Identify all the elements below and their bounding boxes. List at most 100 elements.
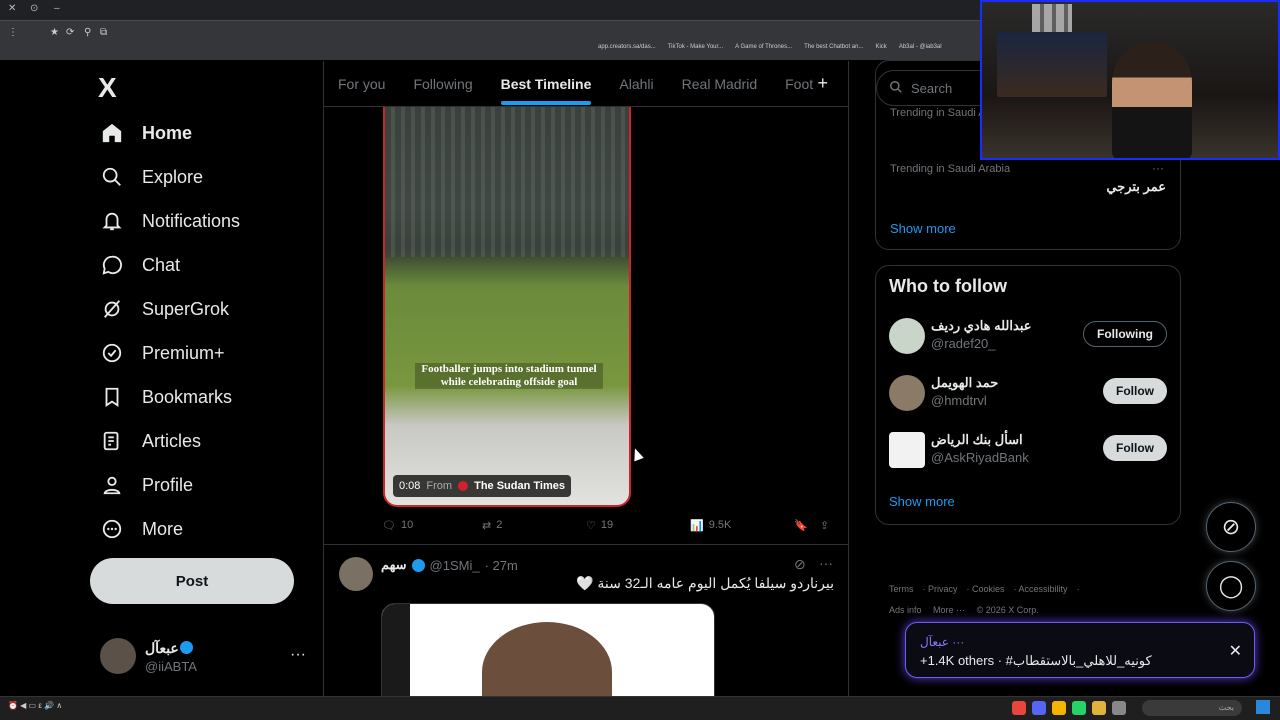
video-meta: 0:08 From The Sudan Times (393, 475, 571, 497)
follow-button[interactable]: Follow (1103, 435, 1167, 461)
tab-foot[interactable]: Foot (785, 76, 813, 92)
copyright: © 2026 X Corp. (976, 605, 1039, 615)
tab-alahli[interactable]: Alahli (619, 76, 653, 92)
follow-suggestion[interactable]: عبدالله هادي رديف @radef20_ Following (889, 316, 1169, 356)
chat-bubble-icon: ◯ (1218, 573, 1244, 598)
discord-icon[interactable] (1032, 701, 1046, 715)
grok-icon[interactable]: ⊘ (794, 556, 806, 573)
sidebar-item-premium[interactable]: Premium+ (100, 331, 225, 375)
suggestion-name: عبدالله هادي رديف (931, 318, 1032, 333)
sidebar-item-more[interactable]: More (100, 507, 183, 551)
post-time[interactable]: · 27m (485, 558, 518, 573)
following-button[interactable]: Following (1083, 321, 1167, 347)
bookmark-button[interactable]: 🔖 (794, 519, 820, 532)
grok-fab[interactable]: ⊘ (1206, 502, 1256, 552)
add-tab-icon[interactable]: + (817, 73, 828, 94)
sidebar-item-explore[interactable]: Explore (100, 155, 203, 199)
like-button[interactable]: ♡ 19 (586, 519, 690, 532)
account-switcher[interactable]: عبعآل @iiABTA ··· (100, 638, 310, 678)
toast-title: عبعآل ··· (920, 635, 965, 649)
repost-button[interactable]: ⇄ 2 (482, 519, 586, 532)
chrome-icon[interactable] (1052, 701, 1066, 715)
post-author-handle[interactable]: @1SMi_ (430, 558, 480, 573)
star-icon[interactable]: ★ (50, 27, 59, 38)
footer-link[interactable]: Terms (889, 584, 914, 594)
post-author-name[interactable]: سهم (381, 557, 407, 573)
views-count: 9.5K (708, 519, 732, 531)
show-more-link[interactable]: Show more (890, 221, 956, 236)
verified-badge-icon (100, 341, 124, 365)
footer-link[interactable]: Ads info (889, 605, 922, 615)
more-dots-icon[interactable]: ··· (290, 646, 306, 664)
chat-fab[interactable]: ◯ (1206, 561, 1256, 611)
sidebar-item-profile[interactable]: Profile (100, 463, 193, 507)
post-button[interactable]: Post (90, 558, 294, 604)
reply-button[interactable]: 🗨 10 (382, 519, 482, 532)
whatsapp-icon[interactable] (1072, 701, 1086, 715)
sidebar-item-chat[interactable]: Chat (100, 243, 180, 287)
tab-for-you[interactable]: For you (338, 76, 385, 92)
app-icon[interactable] (1012, 701, 1026, 715)
footer-link[interactable]: Cookies (972, 584, 1005, 594)
bookmark-item[interactable]: A Game of Thrones... (735, 44, 792, 50)
bookmark-item[interactable]: The best Chatbot an... (804, 44, 863, 50)
tab-best-timeline[interactable]: Best Timeline (500, 76, 591, 105)
bookmark-icon (100, 385, 124, 409)
sidebar-item-home[interactable]: Home (100, 111, 192, 155)
more-dots-icon[interactable]: ··· (819, 555, 833, 571)
bookmark-item[interactable]: TikTok - Make Your... (668, 44, 723, 50)
footer-link[interactable]: Privacy (928, 584, 958, 594)
system-tray[interactable]: ⏰ ◀ ▭ ε 🔊 ∧ (8, 701, 62, 710)
bookmark-item[interactable]: app.creators.sa/das... (598, 44, 656, 50)
suggestion-handle: @hmdtrvl (931, 393, 987, 408)
extension-icon[interactable]: ⚲ (84, 27, 91, 38)
show-more-link[interactable]: Show more (889, 494, 955, 509)
sidebar-item-notifications[interactable]: Notifications (100, 199, 240, 243)
taskbar-apps (1012, 701, 1126, 715)
refresh-icon[interactable]: ⟳ (66, 27, 74, 38)
views-button[interactable]: 📊 9.5K (690, 519, 794, 532)
video-player[interactable]: Footballer jumps into stadium tunnel whi… (383, 107, 631, 507)
sidebar-item-articles[interactable]: Articles (100, 419, 201, 463)
timeline-tabs: For you Following Best Timeline Alahli R… (324, 61, 848, 107)
notification-toast[interactable]: عبعآل ··· +1.4K others · #كونيه_للاهلي_ب… (905, 622, 1255, 678)
sidebar-item-bookmarks[interactable]: Bookmarks (100, 375, 232, 419)
menu-dots-icon[interactable]: ⋮ (8, 27, 18, 38)
taskbar-search[interactable]: بحث (1142, 700, 1242, 716)
close-window-icon[interactable]: ✕ (8, 3, 16, 14)
minimize-window-icon[interactable]: – (54, 3, 60, 14)
bookmark-item[interactable]: Ab3al - @iab3al (899, 44, 942, 50)
follow-suggestion[interactable]: حمد الهويمل @hmdtrvl Follow (889, 373, 1169, 413)
repost-icon: ⇄ (482, 519, 492, 532)
more-dots-icon[interactable]: ··· (1152, 161, 1164, 175)
post-image[interactable] (381, 603, 715, 696)
footer-link[interactable]: Accessibility (1019, 584, 1068, 594)
windows-start-icon[interactable] (1256, 700, 1270, 714)
avatar[interactable] (339, 557, 373, 591)
tab-following[interactable]: Following (413, 76, 472, 92)
share-button[interactable]: ⇪ (820, 519, 829, 532)
bookmark-item[interactable]: Kick (875, 44, 886, 50)
share-icon[interactable]: ⧉ (100, 27, 107, 38)
grok-icon: ⊘ (1221, 514, 1241, 539)
views-icon: 📊 (690, 519, 704, 532)
timeline: For you Following Best Timeline Alahli R… (323, 61, 849, 696)
source-logo-icon (458, 481, 469, 491)
sidebar-item-supergrok[interactable]: SuperGrok (100, 287, 229, 331)
video-source[interactable]: The Sudan Times (474, 480, 565, 492)
background-window (997, 32, 1107, 97)
repost-count: 2 (496, 519, 503, 531)
footer-link[interactable]: More ··· (933, 605, 965, 615)
chat-bubble-icon (100, 253, 124, 277)
sidebar-item-label: Notifications (142, 210, 241, 231)
close-icon[interactable]: ✕ (1229, 641, 1242, 661)
app-icon[interactable] (1112, 701, 1126, 715)
trend-name[interactable]: عمر بترجي (1106, 179, 1166, 195)
post-actions: 🗨 10 ⇄ 2 ♡ 19 📊 9.5K 🔖 ⇪ (382, 517, 836, 533)
maximize-window-icon[interactable]: ⊙ (30, 3, 38, 14)
follow-button[interactable]: Follow (1103, 378, 1167, 404)
x-logo[interactable]: X (98, 72, 117, 104)
tab-real-madrid[interactable]: Real Madrid (682, 76, 757, 92)
folder-icon[interactable] (1092, 701, 1106, 715)
follow-suggestion[interactable]: اسأل بنك الرياض @AskRiyadBank Follow (889, 430, 1169, 470)
